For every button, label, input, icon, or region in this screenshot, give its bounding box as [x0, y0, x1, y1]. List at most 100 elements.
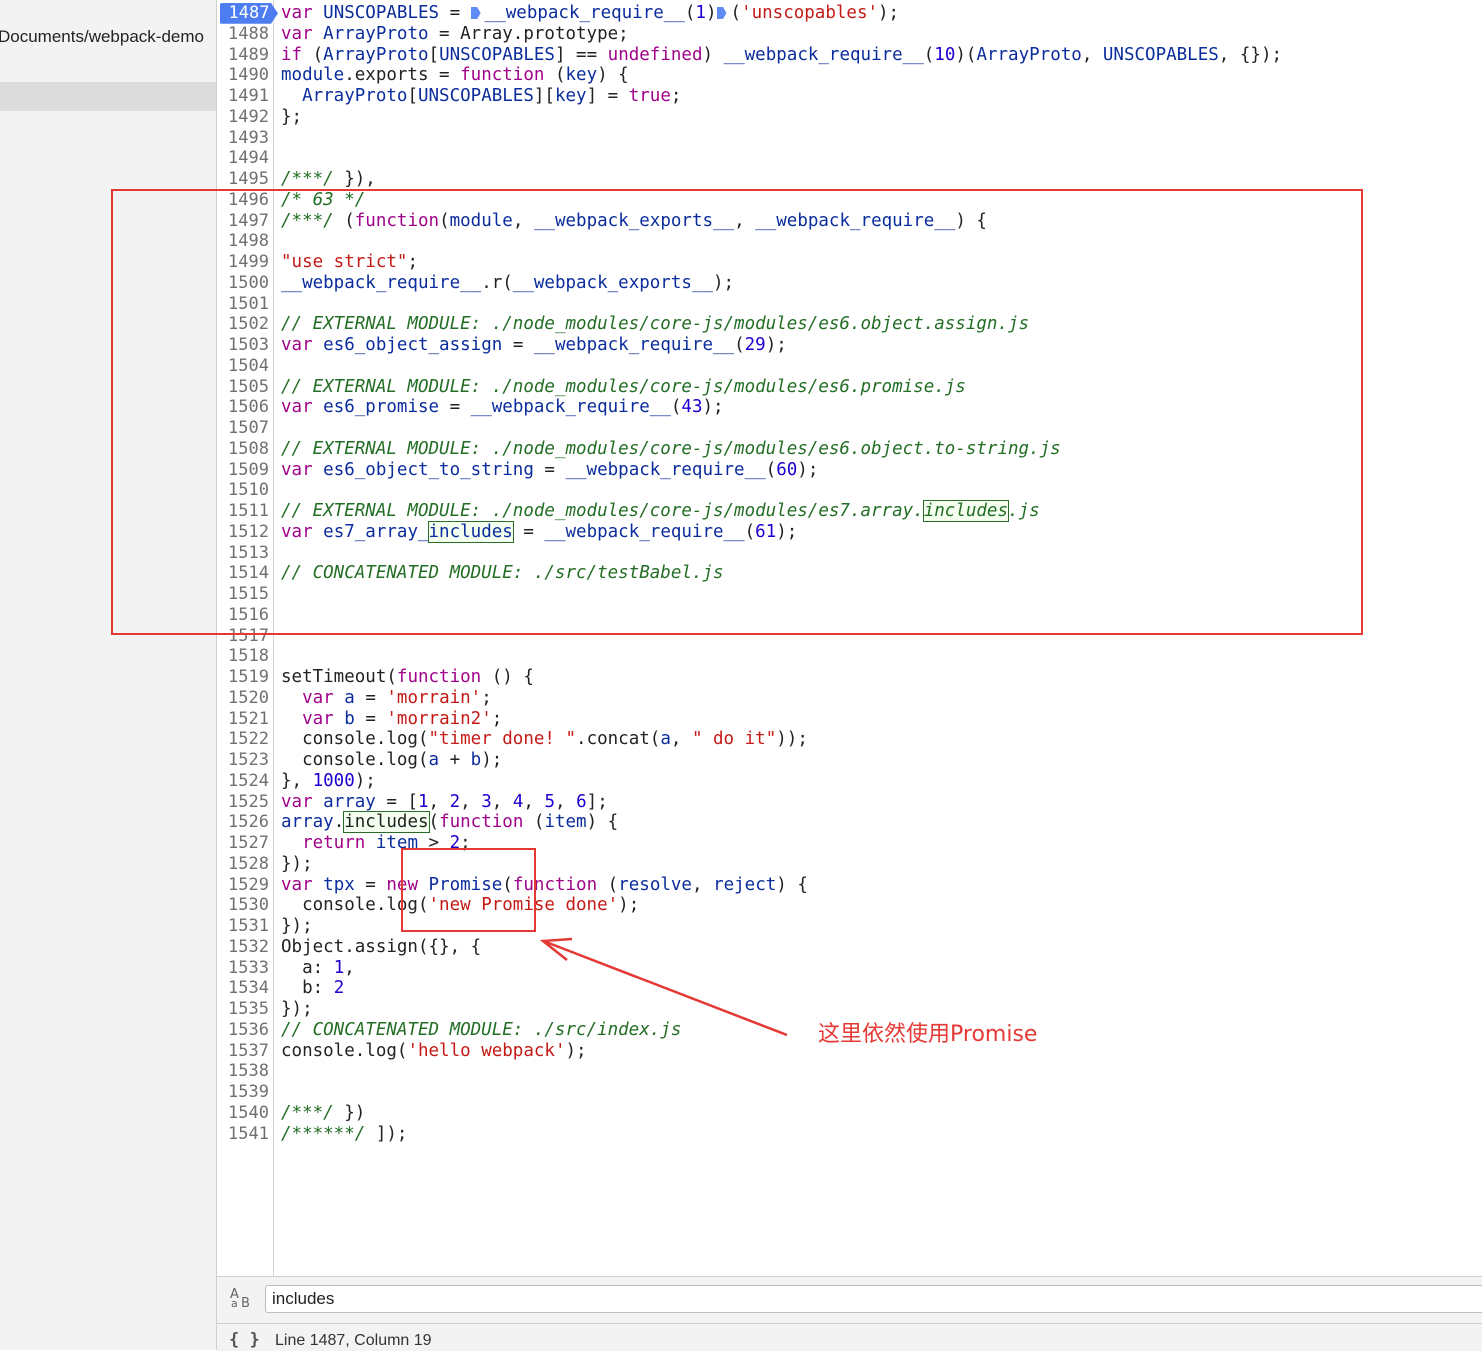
search-input[interactable]: [265, 1285, 1482, 1313]
code-line[interactable]: 1524}, 1000);: [217, 771, 1482, 792]
line-number[interactable]: 1517: [217, 626, 269, 647]
line-number[interactable]: 1495: [217, 169, 269, 190]
line-number[interactable]: 1508: [217, 439, 269, 460]
code-line[interactable]: 1521 var b = 'morrain2';: [217, 709, 1482, 730]
line-number[interactable]: 1499: [217, 252, 269, 273]
line-number[interactable]: 1512: [217, 522, 269, 543]
code-line[interactable]: 1499 "use strict";: [217, 252, 1482, 273]
line-number[interactable]: 1505: [217, 377, 269, 398]
code-line[interactable]: 1513: [217, 543, 1482, 564]
selected-file-row[interactable]: [0, 82, 216, 111]
code-line[interactable]: 1530 console.log('new Promise done');: [217, 895, 1482, 916]
code-line[interactable]: 1506 var es6_promise = __webpack_require_…: [217, 397, 1482, 418]
code-line[interactable]: 1491 ArrayProto[UNSCOPABLES][key] = true…: [217, 86, 1482, 107]
line-number[interactable]: 1506: [217, 397, 269, 418]
code-line[interactable]: 1532 Object.assign({}, {: [217, 937, 1482, 958]
code-line[interactable]: 1512 var es7_array_includes = __webpack_r…: [217, 520, 1482, 543]
line-number[interactable]: 1503: [217, 335, 269, 356]
code-line[interactable]: 1519 setTimeout(function () {: [217, 667, 1482, 688]
inline-breakpoint-icon[interactable]: [470, 7, 481, 19]
line-number[interactable]: 1522: [217, 729, 269, 750]
project-path[interactable]: Documents/webpack-demo: [0, 27, 204, 47]
line-number[interactable]: 1525: [217, 792, 269, 813]
code-line[interactable]: 1487 var UNSCOPABLES = __webpack_require_…: [217, 3, 1482, 24]
line-number[interactable]: 1535: [217, 999, 269, 1020]
code-line[interactable]: 1520 var a = 'morrain';: [217, 688, 1482, 709]
code-editor[interactable]: 1487 var UNSCOPABLES = __webpack_require_…: [217, 0, 1482, 1276]
code-line[interactable]: 1489 if (ArrayProto[UNSCOPABLES] == undef…: [217, 45, 1482, 66]
line-number[interactable]: 1523: [217, 750, 269, 771]
line-number[interactable]: 1519: [217, 667, 269, 688]
line-number[interactable]: 1498: [217, 231, 269, 252]
pretty-print-icon[interactable]: { }: [229, 1330, 260, 1350]
line-number[interactable]: 1536: [217, 1020, 269, 1041]
code-line[interactable]: 1527 return item > 2;: [217, 833, 1482, 854]
line-number[interactable]: 1493: [217, 128, 269, 149]
code-line[interactable]: 1538: [217, 1061, 1482, 1082]
line-number[interactable]: 1490: [217, 65, 269, 86]
code-line[interactable]: 1534 b: 2: [217, 978, 1482, 999]
code-line[interactable]: 1503 var es6_object_assign = __webpack_re…: [217, 335, 1482, 356]
code-line[interactable]: 1500 __webpack_require__.r(__webpack_expo…: [217, 273, 1482, 294]
code-line[interactable]: 1529 var tpx = new Promise(function (reso…: [217, 875, 1482, 896]
line-number[interactable]: 1487: [220, 3, 278, 24]
code-line[interactable]: 1507: [217, 418, 1482, 439]
line-number[interactable]: 1502: [217, 314, 269, 335]
code-line[interactable]: 1490 module.exports = function (key) {: [217, 65, 1482, 86]
line-number[interactable]: 1514: [217, 563, 269, 584]
line-number[interactable]: 1511: [217, 501, 269, 522]
code-line[interactable]: 1502 // EXTERNAL MODULE: ./node_modules/c…: [217, 314, 1482, 335]
code-line[interactable]: 1510: [217, 480, 1482, 501]
line-number[interactable]: 1510: [217, 480, 269, 501]
line-number[interactable]: 1491: [217, 86, 269, 107]
code-line[interactable]: 1498: [217, 231, 1482, 252]
line-number[interactable]: 1530: [217, 895, 269, 916]
inline-breakpoint-icon[interactable]: [716, 7, 727, 19]
line-number[interactable]: 1497: [217, 211, 269, 232]
line-number[interactable]: 1488: [217, 24, 269, 45]
line-number[interactable]: 1538: [217, 1061, 269, 1082]
line-number[interactable]: 1520: [217, 688, 269, 709]
code-line[interactable]: 1522 console.log("timer done! ".concat(a…: [217, 729, 1482, 750]
code-line[interactable]: 1493: [217, 128, 1482, 149]
code-line[interactable]: 1497/***/ (function(module, __webpack_ex…: [217, 211, 1482, 232]
code-line[interactable]: 1505 // EXTERNAL MODULE: ./node_modules/c…: [217, 377, 1482, 398]
line-number[interactable]: 1521: [217, 709, 269, 730]
line-number[interactable]: 1507: [217, 418, 269, 439]
code-line[interactable]: 1533 a: 1,: [217, 958, 1482, 979]
code-line[interactable]: 1541 /******/ ]);: [217, 1124, 1482, 1145]
line-number[interactable]: 1500: [217, 273, 269, 294]
code-line[interactable]: 1515: [217, 584, 1482, 605]
code-line[interactable]: 1517: [217, 626, 1482, 647]
code-line[interactable]: 1488 var ArrayProto = Array.prototype;: [217, 24, 1482, 45]
line-number[interactable]: 1492: [217, 107, 269, 128]
line-number[interactable]: 1494: [217, 148, 269, 169]
code-line[interactable]: 1511 // EXTERNAL MODULE: ./node_modules/c…: [217, 500, 1482, 522]
line-number[interactable]: 1515: [217, 584, 269, 605]
line-number[interactable]: 1539: [217, 1082, 269, 1103]
line-number[interactable]: 1518: [217, 646, 269, 667]
code-line[interactable]: 1501: [217, 294, 1482, 315]
line-number[interactable]: 1529: [217, 875, 269, 896]
line-number[interactable]: 1533: [217, 958, 269, 979]
code-line[interactable]: 1504: [217, 356, 1482, 377]
line-number[interactable]: 1524: [217, 771, 269, 792]
line-number[interactable]: 1513: [217, 543, 269, 564]
code-line[interactable]: 1509 var es6_object_to_string = __webpack…: [217, 460, 1482, 481]
code-line[interactable]: 1540 /***/ }): [217, 1103, 1482, 1124]
line-number[interactable]: 1537: [217, 1041, 269, 1062]
code-line[interactable]: 1539: [217, 1082, 1482, 1103]
line-number[interactable]: 1526: [217, 812, 269, 833]
code-line[interactable]: 1496 /* 63 */: [217, 190, 1482, 211]
line-number[interactable]: 1527: [217, 833, 269, 854]
line-number[interactable]: 1531: [217, 916, 269, 937]
code-line[interactable]: 1492};: [217, 107, 1482, 128]
line-number[interactable]: 1516: [217, 605, 269, 626]
code-line[interactable]: 1525 var array = [1, 2, 3, 4, 5, 6];: [217, 792, 1482, 813]
code-line[interactable]: 1508 // EXTERNAL MODULE: ./node_modules/c…: [217, 439, 1482, 460]
code-line[interactable]: 1514 // CONCATENATED MODULE: ./src/testBa…: [217, 563, 1482, 584]
line-number[interactable]: 1501: [217, 294, 269, 315]
line-number[interactable]: 1496: [217, 190, 269, 211]
code-line[interactable]: 1516: [217, 605, 1482, 626]
line-number[interactable]: 1541: [217, 1124, 269, 1145]
